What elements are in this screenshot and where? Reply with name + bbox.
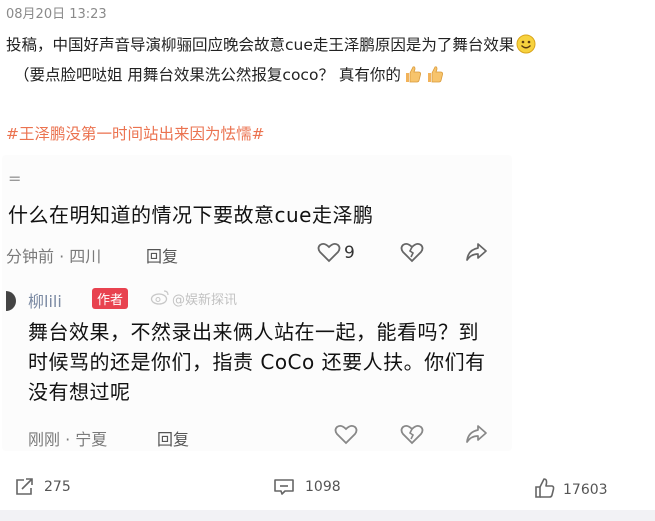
watermark-text: @娱新探讯 <box>172 293 238 308</box>
comment-2-reply: 回复 <box>157 430 190 449</box>
comment-1-text: 什么在明知道的情况下要故意cue走泽鹏 <box>8 203 374 227</box>
hashtag-link[interactable]: #王泽鹏没第一时间站出来因为怯懦# <box>6 122 264 144</box>
thumbs-up-emoji-icon <box>427 66 443 83</box>
weibo-logo-icon <box>150 290 169 305</box>
comment-count: 1098 <box>305 479 341 495</box>
thumbs-up-icon <box>535 478 555 498</box>
comment-1-reply: 回复 <box>146 247 179 266</box>
post-line-1: 投稿，中国好声音导演柳骊回应晚会故意cue走王泽鹏原因是为了舞台效果 <box>6 30 646 60</box>
share-arrow-icon <box>466 425 487 443</box>
weibo-post-card: 08月20日 13:23 投稿，中国好声音导演柳骊回应晚会故意cue走王泽鹏原因… <box>0 0 655 521</box>
post-text-line-1: 投稿，中国好声音导演柳骊回应晚会故意cue走王泽鹏原因是为了舞台效果 <box>6 36 515 54</box>
post-timestamp: 08月20日 13:23 <box>6 7 107 22</box>
repost-count: 275 <box>44 479 71 495</box>
like-count: 17603 <box>563 482 608 498</box>
comment-2-meta: 刚刚 · 宁夏 <box>28 430 108 449</box>
heart-icon <box>334 424 358 445</box>
repost-icon <box>16 478 33 495</box>
heart-icon <box>317 242 341 263</box>
share-arrow-icon <box>466 243 487 261</box>
comment-2-text: 舞台效果，不然录出来俩人站在一起，能看吗？到时候骂的还是你们，指责 CoCo 还… <box>28 320 486 404</box>
comment-icon <box>274 479 294 495</box>
thumbs-up-emoji-icon <box>405 66 421 83</box>
comment-1-like-count: 9 <box>344 243 355 263</box>
post-text-line-2: （要点脸吧哒姐 用舞台效果洗公然报复coco？ 真有你的 <box>14 66 401 84</box>
embedded-comment-screenshot: = 什么在明知道的情况下要故意cue走泽鹏 分钟前 · 四川 回复 9 柳lil… <box>2 155 512 451</box>
smile-emoji-icon <box>516 34 536 54</box>
comment-1-meta: 分钟前 · 四川 <box>6 247 102 266</box>
broken-heart-icon <box>400 424 424 445</box>
post-body: 投稿，中国好声音导演柳骊回应晚会故意cue走王泽鹏原因是为了舞台效果 （要点脸吧… <box>6 30 646 90</box>
divider <box>0 510 655 521</box>
author-badge: 作者 <box>92 288 129 309</box>
broken-heart-icon <box>400 242 424 263</box>
avatar <box>6 291 16 311</box>
post-line-2: （要点脸吧哒姐 用舞台效果洗公然报复coco？ 真有你的 <box>6 60 646 90</box>
comment-2-username: 柳lili <box>28 292 62 311</box>
header-menu-icon: = <box>8 169 22 188</box>
